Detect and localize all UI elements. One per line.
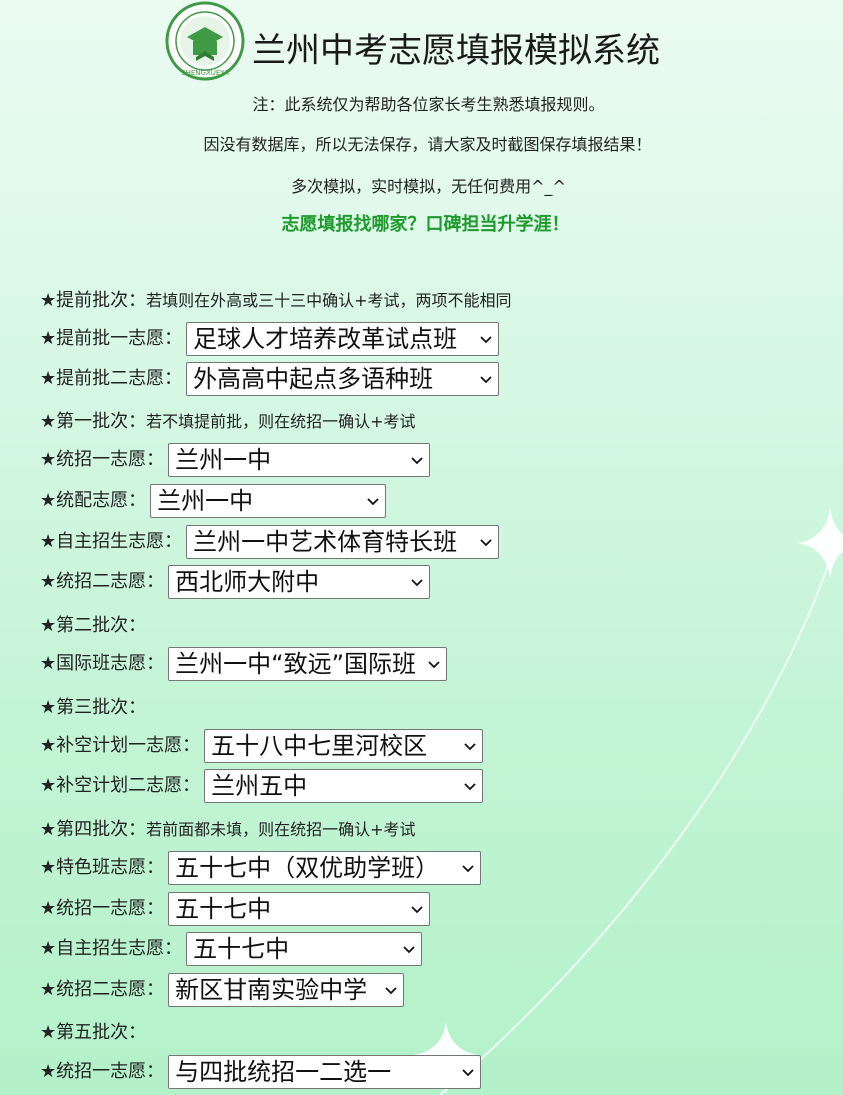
- form-row-early-2: ★提前批二志愿： 外高高中起点多语种班: [40, 362, 500, 396]
- school-logo-icon: SHENGXUEYA: [165, 1, 245, 81]
- batch-heading-first: ★第一批次： 若不填提前批，则在统招一确认+考试: [40, 410, 416, 434]
- chevron-down-icon: [385, 987, 397, 995]
- b4-tongzhao-1-select[interactable]: 五十七中: [168, 892, 431, 926]
- form-row-b4-zizhu: ★自主招生志愿： 五十七中: [40, 932, 423, 966]
- early-2-select[interactable]: 外高高中起点多语种班: [186, 362, 500, 396]
- batch-label: ★第五批次：: [40, 1022, 147, 1043]
- selected-value: 五十七中: [175, 895, 272, 923]
- batch-label: ★第一批次：: [40, 411, 147, 432]
- selected-value: 兰州一中艺术体育特长班: [193, 528, 458, 556]
- form-row-b1-tongpei: ★统配志愿： 兰州一中: [40, 484, 387, 518]
- selected-value: 五十八中七里河校区: [211, 732, 428, 760]
- b4-tese-select[interactable]: 五十七中（双优助学班）: [168, 851, 482, 885]
- field-label: ★自主招生志愿：: [40, 531, 183, 552]
- form-row-early-1: ★提前批一志愿： 足球人才培养改革试点班: [40, 322, 500, 356]
- form-row-b2-intl: ★国际班志愿： 兰州一中“致远”国际班: [40, 647, 448, 681]
- field-label: ★提前批一志愿：: [40, 328, 183, 349]
- field-label: ★统配志愿：: [40, 490, 147, 511]
- batch-heading-fifth: ★第五批次：: [40, 1021, 146, 1045]
- b1-tongzhao-2-select[interactable]: 西北师大附中: [168, 565, 431, 599]
- field-label: ★补空计划一志愿：: [40, 735, 201, 756]
- chevron-down-icon: [462, 1069, 474, 1077]
- chevron-down-icon: [464, 743, 476, 751]
- form-row-b1-tongzhao-1: ★统招一志愿： 兰州一中: [40, 443, 431, 477]
- sparkle-icon: [798, 508, 843, 578]
- batch-description: 若填则在外高或三十三中确认+考试，两项不能相同: [146, 291, 512, 310]
- chevron-down-icon: [403, 946, 415, 954]
- b1-zizhu-select[interactable]: 兰州一中艺术体育特长班: [186, 525, 500, 559]
- slogan-text: 志愿填报找哪家？口碑担当升学涯！: [281, 214, 570, 235]
- chevron-down-icon: [367, 498, 379, 506]
- chevron-down-icon: [411, 579, 423, 587]
- batch-label: ★第二批次：: [40, 615, 147, 636]
- b4-zizhu-select[interactable]: 五十七中: [186, 932, 423, 966]
- selected-value: 兰州一中“致远”国际班: [175, 650, 417, 678]
- batch-heading-second: ★第二批次：: [40, 614, 146, 638]
- field-label: ★国际班志愿：: [40, 653, 165, 674]
- chevron-down-icon: [480, 539, 492, 547]
- selected-value: 五十七中: [193, 935, 290, 963]
- form-row-b1-tongzhao-2: ★统招二志愿： 西北师大附中: [40, 565, 431, 599]
- selected-value: 新区甘南实验中学: [175, 976, 368, 1004]
- form-row-b3-bukong-2: ★补空计划二志愿： 兰州五中: [40, 769, 484, 803]
- b1-tongzhao-1-select[interactable]: 兰州一中: [168, 443, 431, 477]
- chevron-down-icon: [411, 457, 423, 465]
- batch-label: ★提前批次：: [40, 290, 147, 311]
- form-row-b4-tongzhao-1: ★统招一志愿： 五十七中: [40, 892, 431, 926]
- b3-bukong-1-select[interactable]: 五十八中七里河校区: [204, 729, 484, 763]
- chevron-down-icon: [480, 376, 492, 384]
- form-row-b3-bukong-1: ★补空计划一志愿： 五十八中七里河校区: [40, 729, 484, 763]
- chevron-down-icon: [480, 336, 492, 344]
- b2-intl-select[interactable]: 兰州一中“致远”国际班: [168, 647, 448, 681]
- b4-tongzhao-2-select[interactable]: 新区甘南实验中学: [168, 973, 405, 1007]
- notice-text: 注：此系统仅为帮助各位家长考生熟悉填报规则。: [252, 95, 605, 114]
- field-label: ★统招一志愿：: [40, 898, 165, 919]
- batch-heading-early: ★提前批次： 若填则在外高或三十三中确认+考试，两项不能相同: [40, 289, 512, 313]
- selected-value: 外高高中起点多语种班: [193, 365, 434, 393]
- chevron-down-icon: [462, 865, 474, 873]
- page-title: 兰州中考志愿填报模拟系统: [252, 31, 660, 71]
- svg-text:SHENGXUEYA: SHENGXUEYA: [181, 69, 229, 77]
- field-label: ★统招一志愿：: [40, 449, 165, 470]
- notice-text: 多次模拟，实时模拟，无任何费用^_^: [291, 177, 566, 196]
- field-label: ★补空计划二志愿：: [40, 775, 201, 796]
- form-row-b4-tongzhao-2: ★统招二志愿： 新区甘南实验中学: [40, 973, 405, 1007]
- selected-value: 兰州一中: [175, 446, 272, 474]
- field-label: ★统招二志愿：: [40, 571, 165, 592]
- form-row-b4-tese: ★特色班志愿： 五十七中（双优助学班）: [40, 851, 482, 885]
- chevron-down-icon: [428, 661, 440, 669]
- b5-tongzhao-1-select[interactable]: 与四批统招一二选一: [168, 1055, 482, 1089]
- field-label: ★自主招生志愿：: [40, 938, 183, 959]
- page-header: SHENGXUEYA 兰州中考志愿填报模拟系统 注：此系统仅为帮助各位家长考生熟…: [0, 0, 843, 260]
- batch-label: ★第四批次：: [40, 819, 147, 840]
- batch-description: 若不填提前批，则在统招一确认+考试: [146, 412, 416, 431]
- b3-bukong-2-select[interactable]: 兰州五中: [204, 769, 484, 803]
- notice-text: 因没有数据库，所以无法保存，请大家及时截图保存填报结果！: [203, 135, 652, 154]
- form-row-b5-tongzhao-1: ★统招一志愿： 与四批统招一二选一: [40, 1055, 482, 1089]
- batch-description: 若前面都未填，则在统招一确认+考试: [146, 820, 416, 839]
- field-label: ★提前批二志愿：: [40, 368, 183, 389]
- selected-value: 兰州五中: [211, 772, 308, 800]
- selected-value: 足球人才培养改革试点班: [193, 325, 458, 353]
- selected-value: 五十七中（双优助学班）: [175, 854, 440, 882]
- field-label: ★统招一志愿：: [40, 1061, 165, 1082]
- form-row-b1-zizhu: ★自主招生志愿： 兰州一中艺术体育特长班: [40, 525, 500, 559]
- chevron-down-icon: [464, 783, 476, 791]
- b1-tongpei-select[interactable]: 兰州一中: [150, 484, 387, 518]
- batch-heading-fourth: ★第四批次： 若前面都未填，则在统招一确认+考试: [40, 818, 416, 842]
- field-label: ★统招二志愿：: [40, 979, 165, 1000]
- selected-value: 兰州一中: [157, 487, 254, 515]
- field-label: ★特色班志愿：: [40, 857, 165, 878]
- batch-label: ★第三批次：: [40, 697, 147, 718]
- chevron-down-icon: [411, 906, 423, 914]
- selected-value: 与四批统招一二选一: [175, 1058, 392, 1086]
- batch-heading-third: ★第三批次：: [40, 696, 146, 720]
- early-1-select[interactable]: 足球人才培养改革试点班: [186, 322, 500, 356]
- selected-value: 西北师大附中: [175, 568, 320, 596]
